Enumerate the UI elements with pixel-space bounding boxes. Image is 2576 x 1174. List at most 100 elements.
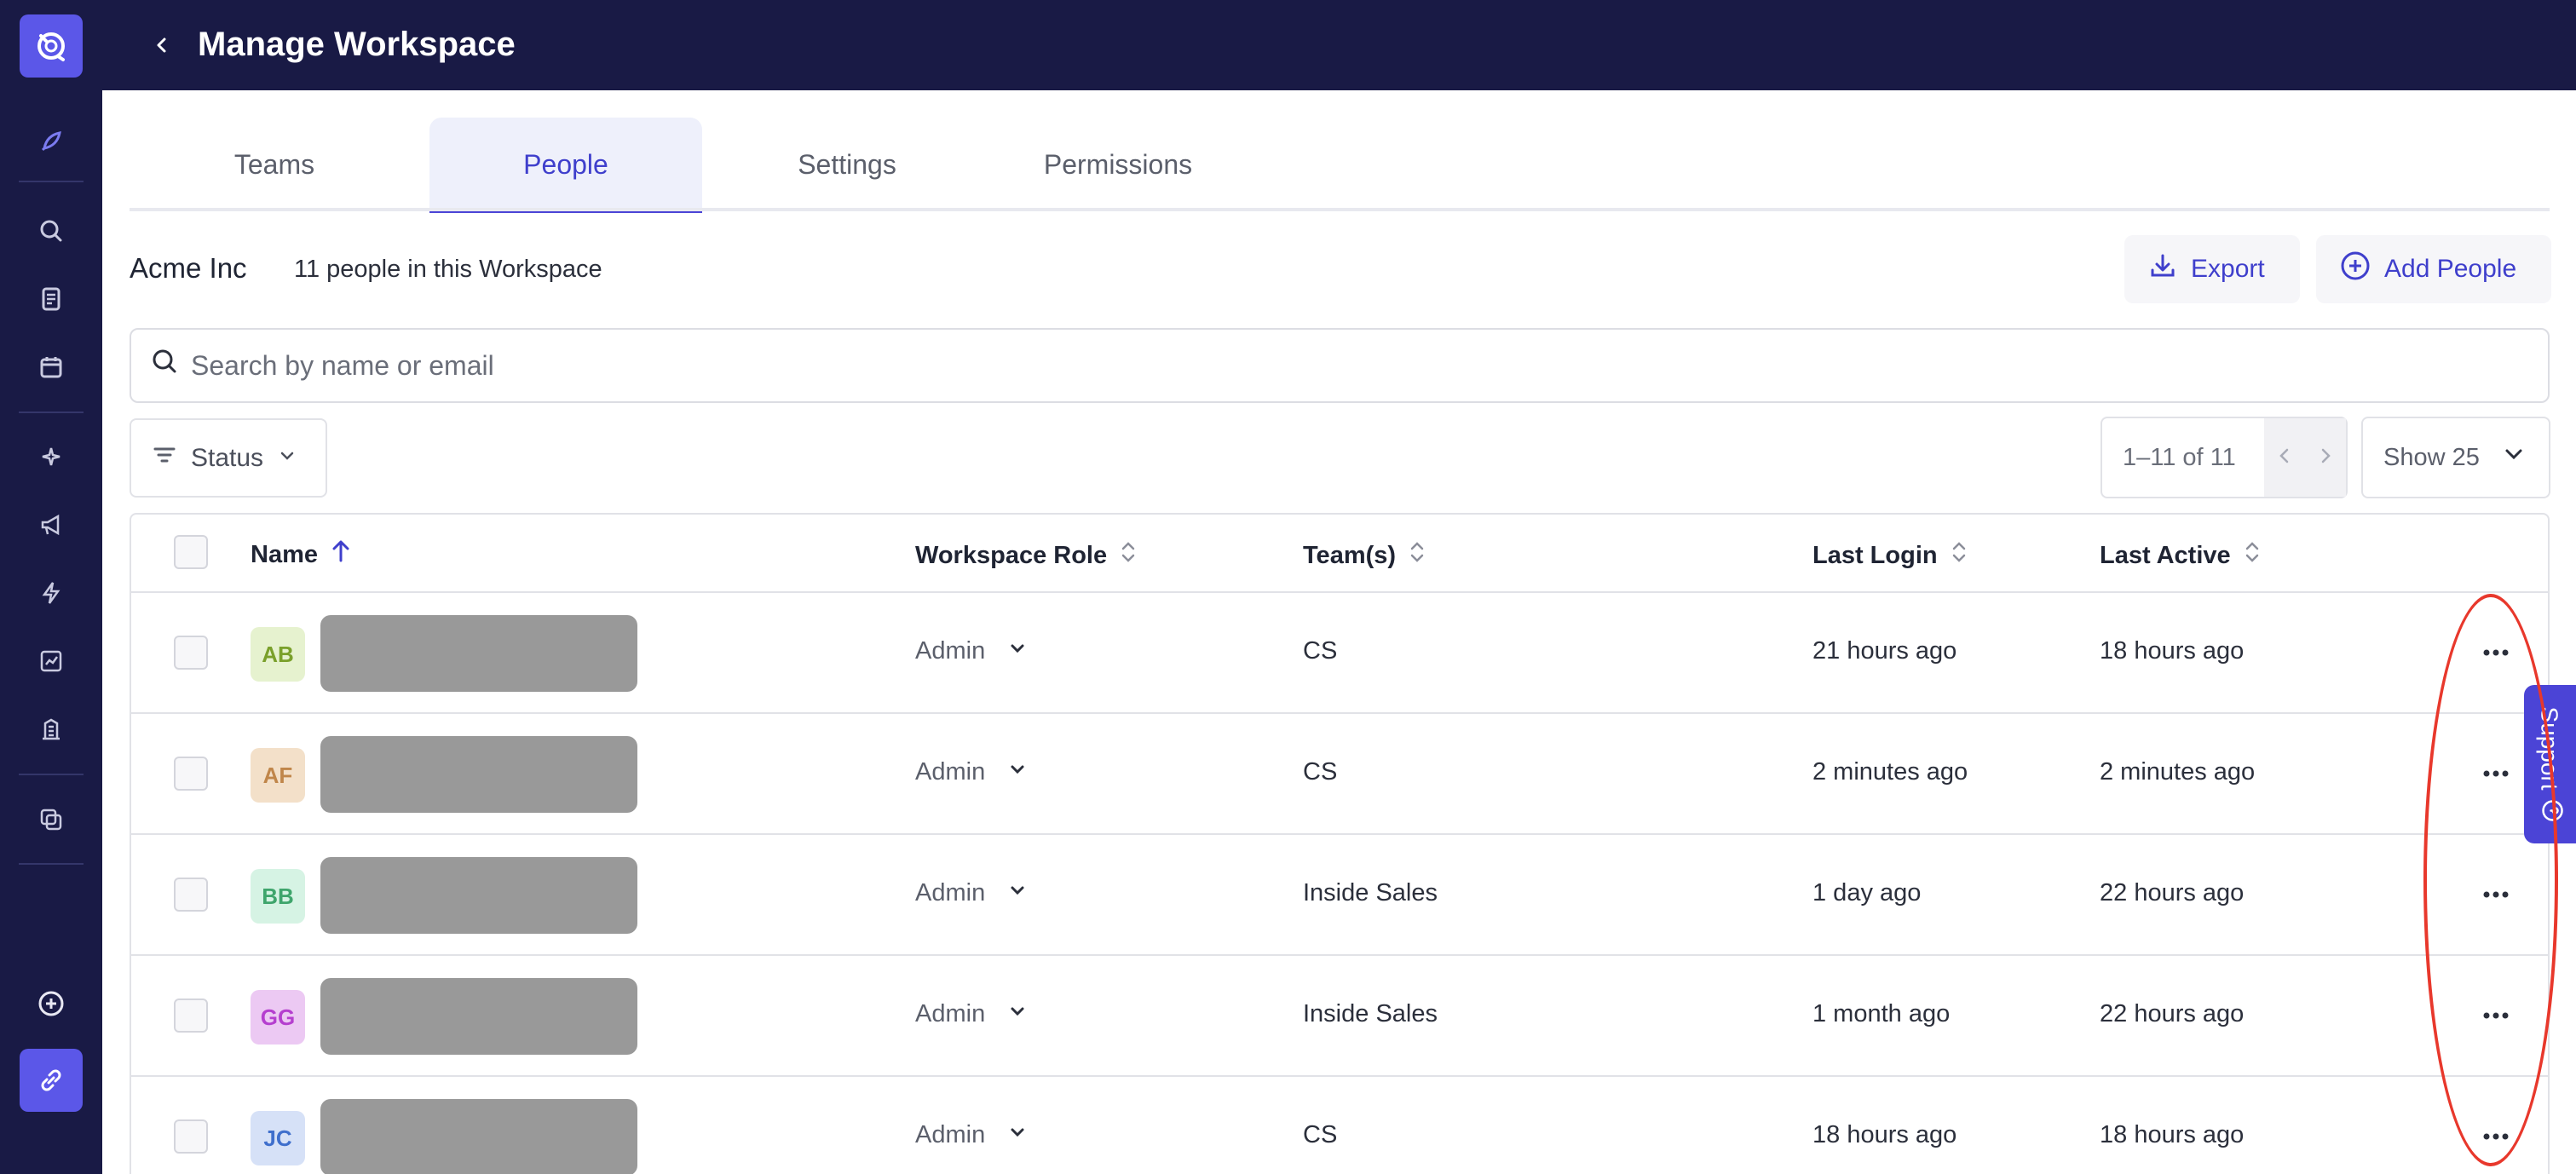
avatar: GG [251,990,305,1045]
more-options-icon[interactable] [2470,636,2521,670]
redacted-name [320,978,637,1055]
chevron-down-icon [1007,1121,1028,1149]
table-header: Name Workspace Role Team(s) Last Login L… [131,515,2548,593]
status-filter-button[interactable]: Status [130,418,327,498]
link-icon[interactable] [20,1049,83,1112]
search-icon[interactable] [31,210,72,251]
tab-people[interactable]: People [429,118,702,213]
table-row: AF Admin CS 2 minutes ago 2 minutes ago [131,714,2548,835]
people-count: 11 people in this Workspace [294,256,602,283]
avatar: JC [251,1111,305,1165]
lightning-icon[interactable] [31,573,72,613]
copy-icon[interactable] [31,799,72,840]
add-people-button[interactable]: Add People [2316,235,2551,303]
people-table: Name Workspace Role Team(s) Last Login L… [130,513,2550,1174]
sort-icon [2243,538,2262,573]
row-checkbox[interactable] [174,636,208,670]
plus-circle-icon [2340,250,2371,288]
support-tab[interactable]: Support [2524,685,2576,843]
tab-teams[interactable]: Teams [189,118,360,211]
avatar: AF [251,748,305,803]
building-icon[interactable] [31,709,72,750]
filter-icon [152,442,177,475]
rocket-icon[interactable] [31,121,72,162]
rail-divider [19,181,84,182]
more-options-icon[interactable] [2470,878,2521,912]
calendar-icon[interactable] [31,347,72,388]
tab-settings[interactable]: Settings [762,118,932,211]
role-value: Admin [915,1121,986,1148]
role-value: Admin [915,758,986,786]
team-cell: Inside Sales [1303,1000,1438,1027]
sort-icon [1950,538,1968,573]
plus-circle-icon[interactable] [31,983,72,1024]
search-input[interactable] [191,342,2526,389]
last-active-cell: 22 hours ago [2100,879,2245,906]
team-cell: CS [1303,758,1338,786]
role-dropdown[interactable]: Admin [915,879,1028,907]
pagination-range: 1–11 of 11 [2123,443,2236,471]
page-size-select[interactable]: Show 25 [2361,417,2550,498]
search-icon [150,347,179,380]
chevron-down-icon [1007,637,1028,665]
status-filter-label: Status [191,443,264,472]
role-value: Admin [915,879,986,906]
row-checkbox[interactable] [174,998,208,1033]
last-active-cell: 2 minutes ago [2100,758,2256,786]
export-button[interactable]: Export [2124,235,2300,303]
add-people-label: Add People [2384,255,2517,283]
column-header-last-active[interactable]: Last Active [2100,538,2262,573]
chevron-down-icon [1007,1000,1028,1028]
chevron-left-icon[interactable] [2276,444,2293,472]
analytics-icon[interactable] [31,641,72,682]
last-active-cell: 18 hours ago [2100,1121,2245,1148]
page-title: Manage Workspace [198,26,516,63]
avatar: BB [251,869,305,924]
chevron-down-icon [2502,442,2526,473]
row-checkbox[interactable] [174,878,208,912]
column-header-last-login[interactable]: Last Login [1812,538,1968,573]
column-header-label: Team(s) [1303,541,1397,569]
row-checkbox[interactable] [174,757,208,791]
chevron-right-icon[interactable] [2317,444,2334,472]
tab-permissions[interactable]: Permissions [1007,118,1229,211]
column-header-teams[interactable]: Team(s) [1303,538,1426,573]
help-circle-icon [2535,798,2565,822]
document-icon[interactable] [31,279,72,319]
table-row: AB Admin CS 21 hours ago 18 hours ago [131,593,2548,714]
last-active-cell: 18 hours ago [2100,637,2245,665]
row-checkbox[interactable] [174,1119,208,1154]
pagination: 1–11 of 11 [2101,417,2348,498]
logo-icon[interactable] [20,14,83,78]
last-login-cell: 1 day ago [1812,879,1922,906]
team-cell: Inside Sales [1303,879,1438,906]
column-header-label: Last Active [2100,541,2231,569]
redacted-name [320,615,637,692]
column-header-name[interactable]: Name [251,538,352,571]
app-root: Manage Workspace Teams People Settings P… [0,0,2576,1174]
back-chevron-icon[interactable] [141,25,182,66]
more-options-icon[interactable] [2470,1119,2521,1154]
search-bar [130,328,2550,403]
chevron-down-icon [1007,758,1028,786]
workspace-name: Acme Inc [130,252,247,284]
redacted-name [320,857,637,934]
tab-bar: Teams People Settings Permissions [130,118,2550,213]
role-value: Admin [915,637,986,665]
column-header-workspace-role[interactable]: Workspace Role [915,538,1138,573]
megaphone-icon[interactable] [31,504,72,545]
role-dropdown[interactable]: Admin [915,758,1028,786]
select-all-checkbox[interactable] [174,535,208,569]
sort-icon [1408,538,1426,573]
more-options-icon[interactable] [2470,998,2521,1033]
page-size-label: Show 25 [2383,443,2480,471]
role-dropdown[interactable]: Admin [915,1121,1028,1149]
tab-underline [130,208,2550,211]
sparkle-icon[interactable] [31,436,72,477]
role-dropdown[interactable]: Admin [915,1000,1028,1028]
more-options-icon[interactable] [2470,757,2521,791]
sort-icon [1119,538,1138,573]
team-cell: CS [1303,637,1338,665]
table-row: GG Admin Inside Sales 1 month ago 22 hou… [131,956,2548,1077]
role-dropdown[interactable]: Admin [915,637,1028,665]
